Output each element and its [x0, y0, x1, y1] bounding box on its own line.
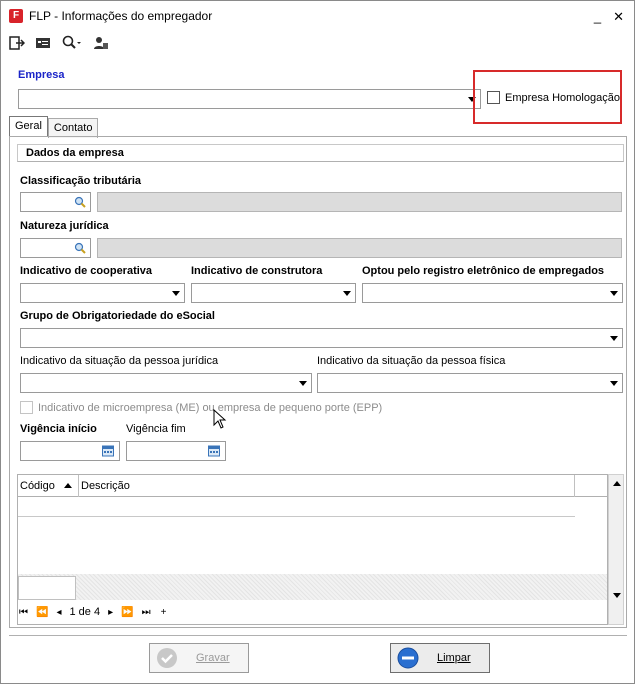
- empresa-select[interactable]: [18, 89, 481, 109]
- classificacao-input[interactable]: [20, 192, 91, 212]
- grid-scrollbar[interactable]: [608, 474, 624, 625]
- limpar-button[interactable]: Limpar: [390, 643, 490, 673]
- construtora-label: Indicativo de construtora: [191, 265, 323, 277]
- vigencia-fim-label: Vigência fim: [126, 423, 186, 435]
- window-title: FLP - Informações do empregador: [29, 9, 213, 23]
- grupo-label: Grupo de Obrigatoriedade do eSocial: [20, 310, 215, 322]
- registro-label: Optou pelo registro eletrônico de empreg…: [362, 265, 605, 277]
- natureza-label: Natureza jurídica: [20, 220, 109, 232]
- pager: ⏮ ⏪ ◂ 1 de 4 ▸ ⏩ ⏭ +: [19, 606, 166, 618]
- natureza-input[interactable]: [20, 238, 91, 258]
- previous-button[interactable]: ◂: [56, 607, 61, 618]
- tab-geral[interactable]: Geral: [9, 116, 48, 136]
- scroll-down-icon[interactable]: [613, 593, 621, 598]
- natureza-description: [97, 238, 622, 258]
- magnifier-icon[interactable]: [74, 242, 86, 254]
- calendar-icon[interactable]: [101, 445, 115, 457]
- add-row-button[interactable]: +: [161, 607, 167, 618]
- magnifier-icon[interactable]: [74, 196, 86, 208]
- microempresa-label: Indicativo de microempresa (ME) ou empre…: [38, 402, 383, 414]
- gravar-label: Gravar: [196, 652, 230, 664]
- first-page-button[interactable]: ⏮: [19, 607, 28, 618]
- grid-header: Código Descrição: [18, 475, 607, 497]
- minus-icon: [397, 647, 419, 669]
- grid-filter-input[interactable]: [18, 576, 76, 600]
- vigencia-fim-input[interactable]: [126, 441, 226, 461]
- grid-filter-row: [18, 574, 607, 600]
- classificacao-description: [97, 192, 622, 212]
- last-page-button[interactable]: ⏭: [142, 607, 151, 618]
- sit-juridica-select[interactable]: [20, 373, 312, 393]
- microempresa-checkbox[interactable]: [20, 401, 33, 414]
- homologacao-checkbox[interactable]: [487, 91, 500, 104]
- vigencia-inicio-label: Vigência início: [20, 423, 97, 435]
- tab-bar: Geral Contato: [9, 116, 99, 138]
- close-button[interactable]: ✕: [613, 9, 624, 25]
- search-icon[interactable]: [61, 35, 83, 51]
- toolbar: [9, 35, 109, 51]
- app-logo-icon: F: [9, 9, 23, 23]
- cooperativa-label: Indicativo de cooperativa: [20, 265, 153, 277]
- minimize-button[interactable]: _: [594, 9, 601, 25]
- check-icon: [157, 648, 177, 668]
- card-icon[interactable]: [35, 35, 51, 51]
- sort-ascending-icon: [64, 483, 72, 488]
- cooperativa-select[interactable]: [20, 283, 185, 303]
- limpar-label: Limpar: [437, 652, 471, 664]
- calendar-icon[interactable]: [207, 445, 221, 457]
- chevron-down-icon: [299, 381, 307, 386]
- chevron-down-icon: [610, 291, 618, 296]
- column-codigo[interactable]: Código: [20, 480, 55, 492]
- chevron-down-icon: [610, 336, 618, 341]
- chevron-down-icon: [610, 381, 618, 386]
- previous-page-button[interactable]: ⏪: [36, 607, 48, 618]
- page-indicator: 1 de 4: [69, 606, 101, 618]
- scroll-up-icon[interactable]: [613, 481, 621, 486]
- gravar-button[interactable]: Gravar: [149, 643, 249, 673]
- main-window: F FLP - Informações do empregador _ ✕ Em…: [0, 0, 635, 684]
- sit-juridica-label: Indicativo da situação da pessoa jurídic…: [20, 355, 219, 367]
- chevron-down-icon: [343, 291, 351, 296]
- empresa-label: Empresa: [18, 69, 65, 81]
- sit-fisica-label: Indicativo da situação da pessoa física: [317, 355, 506, 367]
- classificacao-label: Classificação tributária: [20, 175, 142, 187]
- column-descricao[interactable]: Descrição: [81, 480, 130, 492]
- title-bar: F FLP - Informações do empregador _ ✕: [1, 1, 634, 31]
- vigencia-inicio-input[interactable]: [20, 441, 120, 461]
- tab-contato[interactable]: Contato: [47, 118, 99, 138]
- exit-icon[interactable]: [9, 35, 25, 51]
- homologacao-label: Empresa Homologação: [505, 92, 620, 104]
- user-icon[interactable]: [93, 35, 109, 51]
- construtora-select[interactable]: [191, 283, 356, 303]
- next-page-button[interactable]: ⏩: [121, 607, 133, 618]
- chevron-down-icon: [172, 291, 180, 296]
- grupo-select[interactable]: [20, 328, 623, 348]
- section-title: Dados da empresa: [17, 144, 624, 162]
- registro-select[interactable]: [362, 283, 623, 303]
- sit-fisica-select[interactable]: [317, 373, 623, 393]
- data-grid: Código Descrição: [17, 474, 608, 625]
- next-button[interactable]: ▸: [108, 607, 113, 618]
- mouse-cursor-icon: [213, 409, 227, 429]
